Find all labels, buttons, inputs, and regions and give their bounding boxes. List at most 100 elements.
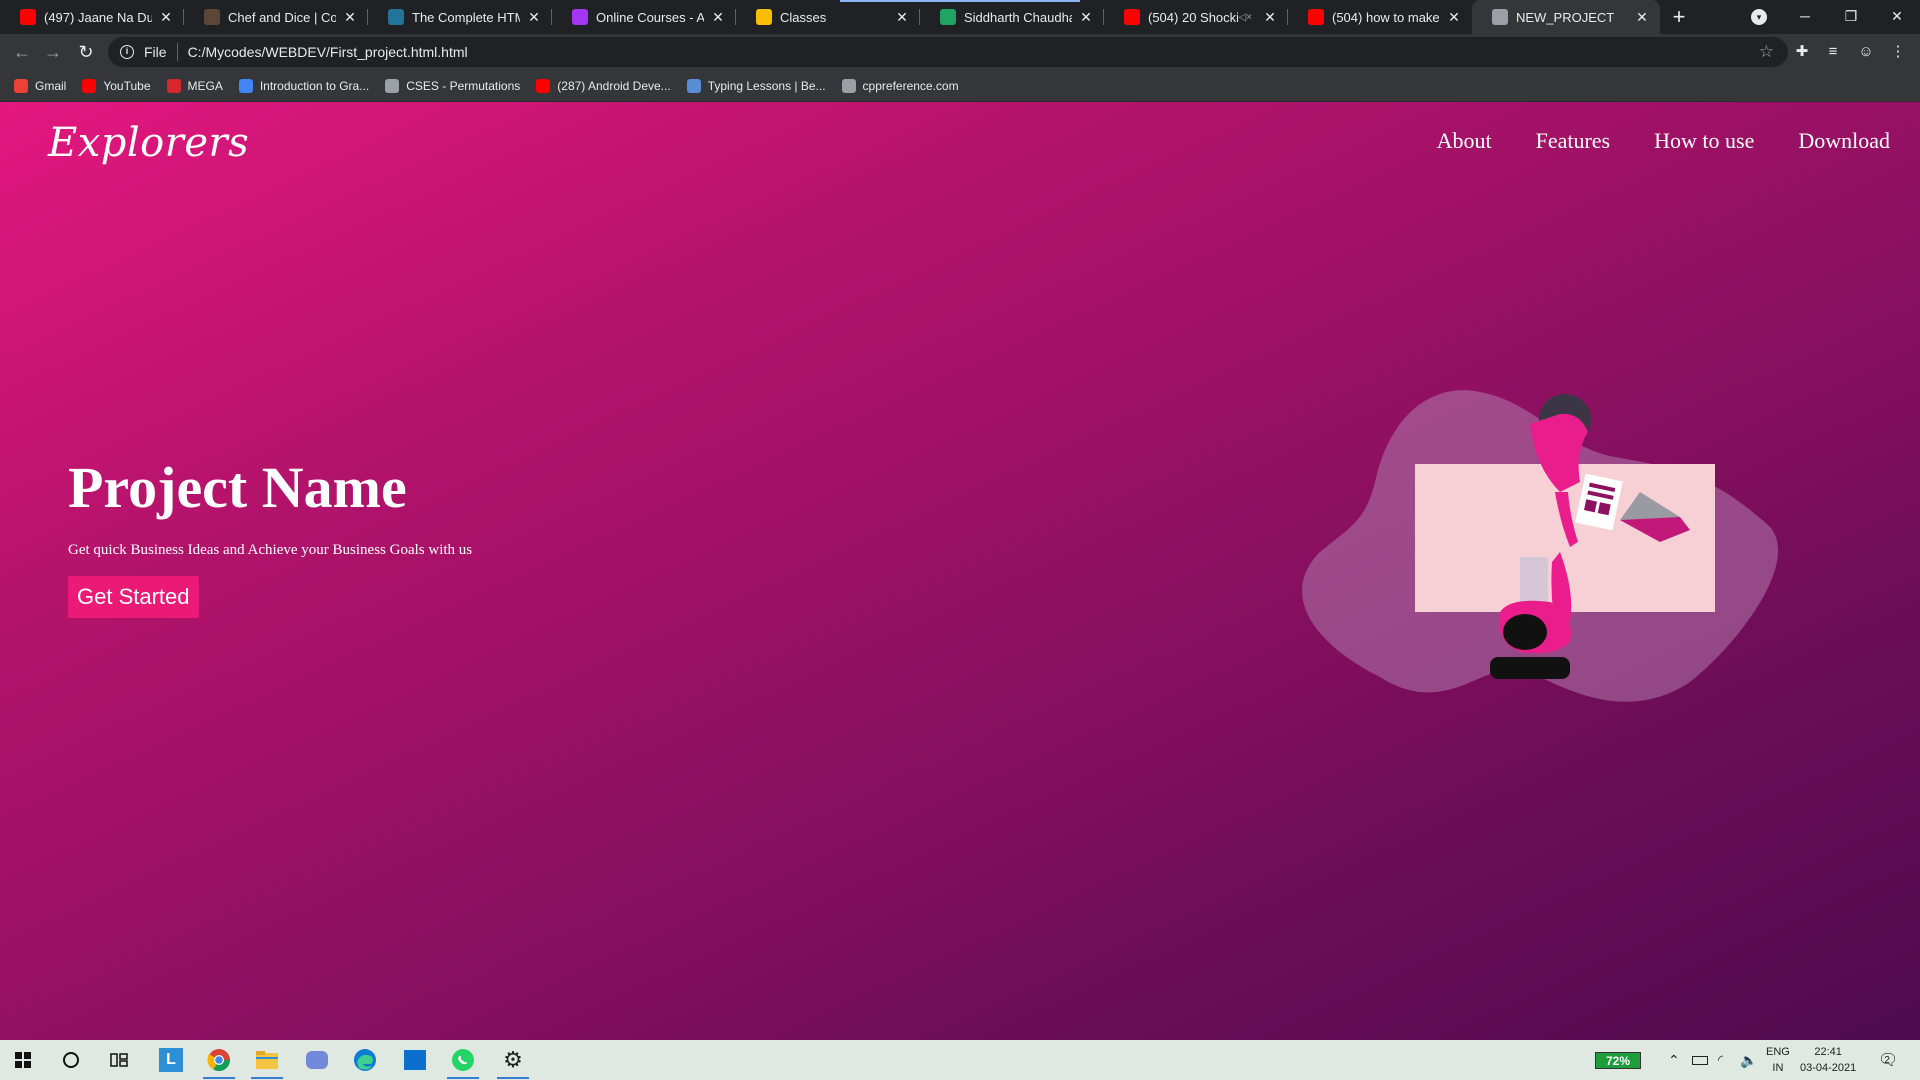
nav-about[interactable]: About [1437, 128, 1492, 154]
tab-1[interactable]: Chef and Dice | CodeC ✕ [184, 0, 368, 34]
reading-list-icon[interactable]: ≡ [1823, 42, 1843, 62]
youtube-icon [1308, 9, 1324, 25]
file-explorer-icon[interactable] [247, 1044, 287, 1079]
task-view-icon[interactable] [99, 1044, 139, 1076]
battery-icon[interactable] [1692, 1040, 1708, 1080]
bookmark-label: YouTube [103, 78, 151, 93]
show-hidden-icons[interactable]: ⌃ [1668, 1040, 1680, 1080]
close-window-button[interactable]: ✕ [1874, 0, 1920, 34]
brand-logo[interactable]: Explorers [48, 120, 249, 166]
tab-close-icon[interactable]: ✕ [1262, 9, 1278, 25]
tab-close-icon[interactable]: ✕ [710, 9, 726, 25]
bookmark-label: Gmail [35, 78, 67, 93]
wordpress-icon [388, 9, 404, 25]
nav-features[interactable]: Features [1536, 128, 1611, 154]
tab-close-icon[interactable]: ✕ [342, 9, 358, 25]
tab-close-icon[interactable]: ✕ [1446, 9, 1462, 25]
codechef-icon [204, 9, 220, 25]
tab-close-icon[interactable]: ✕ [526, 9, 542, 25]
language-indicator[interactable]: ENG IN [1766, 1044, 1790, 1076]
main-nav: About Features How to use Download [1393, 128, 1890, 154]
tab-close-icon[interactable]: ✕ [894, 9, 910, 25]
tab-4[interactable]: Classes ✕ [736, 0, 920, 34]
profile-icon[interactable]: ☺ [1856, 42, 1876, 62]
discord-icon[interactable] [297, 1044, 337, 1076]
tab-title: Siddharth Chaudhary [964, 9, 1072, 25]
hero-title: Project Name [68, 455, 407, 520]
nav-download[interactable]: Download [1798, 128, 1890, 154]
tab-3[interactable]: Online Courses - Anyti ✕ [552, 0, 736, 34]
bookmark-item[interactable]: cppreference.com [841, 78, 959, 93]
youtube-icon [1124, 9, 1140, 25]
bookmark-item[interactable]: MEGA [166, 78, 223, 93]
menu-icon[interactable]: ⋮ [1888, 42, 1908, 62]
tab-title: Classes [780, 9, 827, 25]
tab-close-icon[interactable]: ✕ [1634, 9, 1650, 25]
gmail-icon [14, 78, 28, 93]
chair-shape [1490, 657, 1570, 679]
tab-close-icon[interactable]: ✕ [158, 9, 174, 25]
tab-8[interactable]: NEW_PROJECT ✕ [1472, 0, 1660, 34]
whatsapp-icon[interactable] [443, 1044, 483, 1079]
reload-button[interactable]: ↻ [74, 40, 98, 64]
bookmark-label: MEGA [187, 78, 223, 93]
tab-0[interactable]: (497) Jaane Na Dunga ✕ [0, 0, 184, 34]
minimize-button[interactable]: ─ [1782, 0, 1828, 34]
tab-muted-icon[interactable]: ◁× [1238, 12, 1252, 23]
bookmark-label: (287) Android Deve... [557, 78, 671, 93]
back-button[interactable]: ← [10, 40, 34, 64]
hero-subtitle: Get quick Business Ideas and Achieve you… [68, 542, 473, 558]
battery-indicator[interactable]: 72% [1595, 1052, 1641, 1069]
drive-icon [940, 9, 956, 25]
tab-title: (497) Jaane Na Dunga [44, 9, 152, 25]
store-icon[interactable] [395, 1044, 435, 1076]
extensions-icon[interactable]: ✚ [1792, 42, 1812, 62]
tab-strip: (497) Jaane Na Dunga✕Chef and Dice | Cod… [0, 0, 1920, 34]
clock[interactable]: 22:41 03-04-2021 [1800, 1044, 1856, 1076]
bookmark-item[interactable]: YouTube [82, 78, 151, 93]
globe-icon [385, 78, 400, 93]
hero-illustration [1302, 390, 1779, 702]
search-icon[interactable] [51, 1044, 91, 1076]
udemy-icon [572, 9, 588, 25]
address-bar[interactable]: i File C:/Mycodes/WEBDEV/First_project.h… [108, 37, 1788, 67]
tab-6[interactable]: (504) 20 Shocking◁× ✕ [1104, 0, 1288, 34]
paper2-shape [1520, 557, 1548, 607]
tab-title: (504) 20 Shocking [1148, 9, 1239, 25]
forward-button[interactable]: → [41, 40, 65, 64]
typing-icon [686, 78, 701, 93]
bookmark-label: Introduction to Gra... [259, 78, 370, 93]
tab-title: NEW_PROJECT [1516, 9, 1615, 25]
nav-how-to-use[interactable]: How to use [1654, 128, 1754, 154]
bookmark-item[interactable]: Typing Lessons | Be... [686, 78, 826, 93]
volume-icon[interactable]: 🔈 [1740, 1040, 1757, 1080]
get-started-button[interactable]: Get Started [68, 576, 199, 618]
bookmark-star-icon[interactable]: ☆ [1759, 42, 1774, 62]
tab-search-icon[interactable]: ▾ [1751, 9, 1767, 25]
browser-toolbar: ← → ↻ i File C:/Mycodes/WEBDEV/First_pro… [0, 34, 1920, 70]
bookmark-item[interactable]: CSES - Permutations [385, 78, 520, 93]
clock-date: 03-04-2021 [1800, 1062, 1857, 1074]
new-tab-button[interactable]: + [1667, 5, 1691, 29]
classroom-icon [756, 9, 772, 25]
notification-center-icon[interactable]: 🗨2 [1878, 1050, 1904, 1070]
url-text[interactable]: C:/Mycodes/WEBDEV/First_project.html.htm… [188, 44, 468, 60]
globe-icon [1492, 9, 1508, 25]
restore-button[interactable]: ❐ [1828, 0, 1874, 34]
bookmark-label: cppreference.com [862, 78, 959, 93]
site-info-icon[interactable]: i [120, 45, 134, 59]
clock-time: 22:41 [1814, 1046, 1842, 1058]
edge-icon[interactable] [345, 1044, 385, 1076]
tab-close-icon[interactable]: ✕ [1078, 9, 1094, 25]
chrome-icon[interactable] [199, 1044, 239, 1079]
tab-2[interactable]: The Complete HTML& ✕ [368, 0, 552, 34]
tab-7[interactable]: (504) how to make a w ✕ [1288, 0, 1472, 34]
launcher-l-icon[interactable]: L [151, 1044, 191, 1076]
windows-start-icon[interactable] [3, 1044, 43, 1076]
wifi-icon[interactable]: ◜ [1718, 1040, 1723, 1080]
bookmark-item[interactable]: (287) Android Deve... [536, 78, 671, 93]
bookmark-item[interactable]: Introduction to Gra... [238, 78, 370, 93]
settings-gear-icon[interactable]: ⚙ [493, 1044, 533, 1079]
bookmark-item[interactable]: Gmail [14, 78, 67, 93]
tab-5[interactable]: Siddharth Chaudhary ✕ [920, 0, 1104, 34]
